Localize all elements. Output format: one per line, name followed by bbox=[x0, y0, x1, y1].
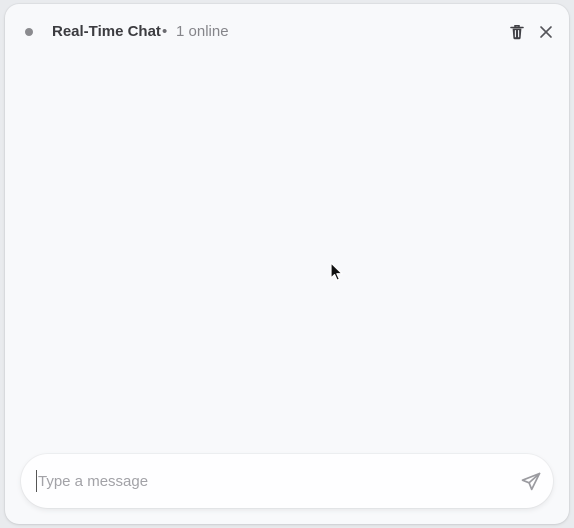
send-button[interactable] bbox=[519, 470, 543, 494]
trash-icon bbox=[510, 25, 524, 40]
message-composer bbox=[21, 454, 553, 508]
close-icon bbox=[540, 26, 552, 38]
close-button[interactable] bbox=[536, 22, 556, 42]
chat-header: Real-Time Chat • 1 online bbox=[5, 4, 569, 60]
message-list bbox=[5, 60, 569, 450]
clear-chat-button[interactable] bbox=[507, 22, 527, 42]
title-separator: • bbox=[162, 23, 168, 40]
chat-title: Real-Time Chat bbox=[52, 23, 161, 40]
send-icon bbox=[521, 472, 541, 491]
status-dot bbox=[25, 28, 33, 36]
message-input[interactable] bbox=[36, 470, 508, 492]
chat-window: Real-Time Chat • 1 online bbox=[5, 4, 569, 524]
online-count: 1 online bbox=[176, 23, 229, 40]
